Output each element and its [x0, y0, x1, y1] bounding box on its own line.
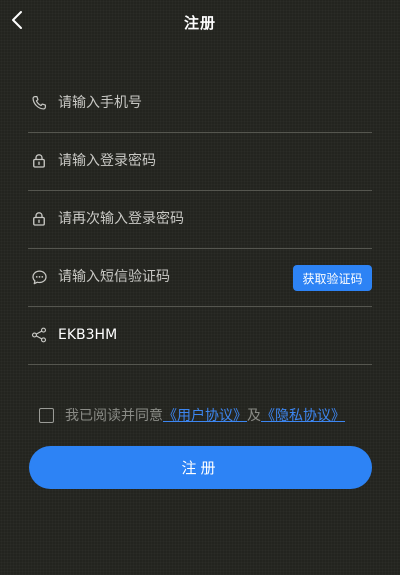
header-bar: 注册 [0, 0, 400, 44]
phone-icon [28, 92, 50, 114]
share-icon [28, 324, 50, 346]
invite-code-field-row [28, 307, 372, 365]
register-button[interactable]: 注册 [29, 446, 372, 489]
sms-code-input[interactable] [58, 265, 288, 289]
get-code-button[interactable]: 获取验证码 [293, 265, 372, 291]
confirm-password-input[interactable] [58, 207, 288, 231]
lock-icon [28, 150, 50, 172]
phone-field-row [28, 75, 372, 133]
agreement-checkbox[interactable] [39, 407, 54, 423]
agreement-prefix: 我已阅读并同意 [65, 408, 163, 424]
user-agreement-link[interactable]: 《用户协议》 [163, 405, 247, 425]
register-form: 获取验证码 [28, 75, 372, 365]
invite-code-input[interactable] [58, 323, 288, 347]
chat-bubble-icon [28, 266, 50, 288]
page-title: 注册 [183, 14, 216, 32]
phone-input[interactable] [58, 91, 288, 115]
sms-code-field-row: 获取验证码 [28, 249, 372, 307]
agreement-row: 我已阅读并同意 《用户协议》 及 《隐私协议》 [39, 405, 345, 425]
privacy-policy-link[interactable]: 《隐私协议》 [261, 405, 345, 425]
confirm-password-field-row [28, 191, 372, 249]
lock-icon [28, 208, 50, 230]
password-field-row [28, 133, 372, 191]
agreement-connector: 及 [247, 408, 261, 424]
password-input[interactable] [58, 149, 288, 173]
